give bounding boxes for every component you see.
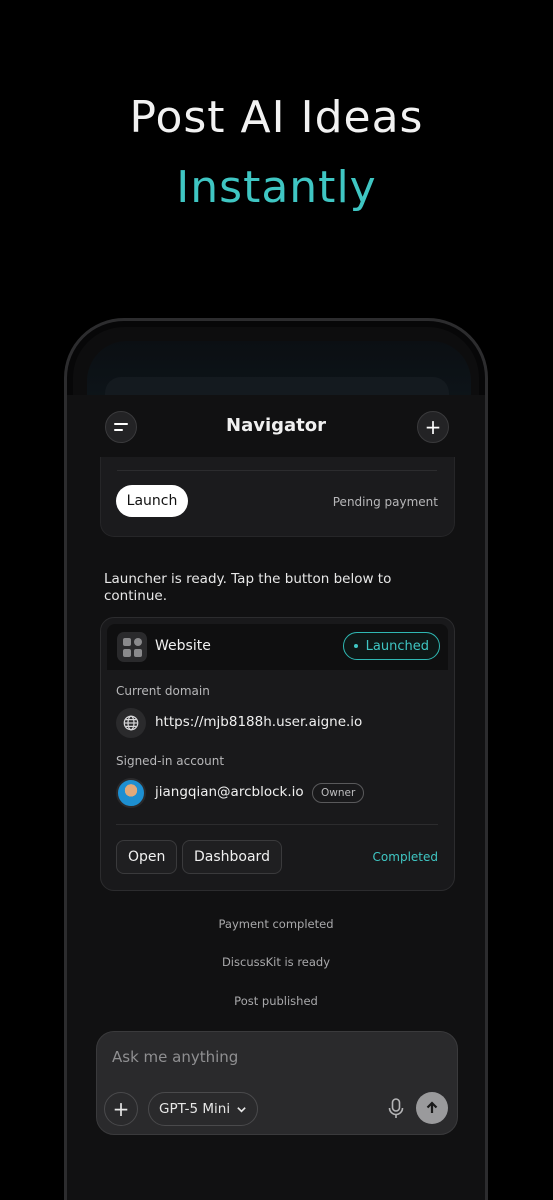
launched-badge: Launched (342, 632, 440, 660)
microphone-icon[interactable] (387, 1097, 405, 1121)
arrow-up-icon (426, 1101, 438, 1113)
domain-label: Current domain (116, 684, 210, 698)
model-selector[interactable]: GPT-5 Mini (148, 1092, 259, 1126)
status-dot-icon (353, 644, 358, 648)
launched-label: Launched (365, 638, 429, 654)
payment-status: Pending payment (332, 495, 438, 509)
launch-button[interactable]: Launch (116, 485, 188, 517)
avatar (116, 778, 146, 808)
chevron-down-icon (237, 1106, 246, 1113)
globe-icon (116, 708, 146, 738)
website-title: Website (155, 638, 211, 654)
hero-subtitle: Instantly (176, 162, 377, 213)
hero-title: Post AI Ideas (129, 92, 424, 143)
nav-header: Navigator + (67, 395, 485, 461)
model-label: GPT-5 Mini (159, 1101, 231, 1117)
assistant-message: Launcher is ready. Tap the button below … (104, 571, 392, 604)
chat-composer: + GPT-5 Mini (96, 1031, 458, 1135)
launch-card: Launch Pending payment (100, 457, 455, 537)
send-button[interactable] (416, 1092, 448, 1124)
phone-frame: Navigator + Launch Pending payment Launc… (64, 318, 488, 1200)
attach-button[interactable]: + (104, 1092, 138, 1126)
plus-icon: + (424, 415, 442, 439)
status-discusskit: DiscussKit is ready (221, 955, 331, 969)
open-button[interactable]: Open (116, 840, 178, 874)
dashboard-button[interactable]: Dashboard (182, 840, 282, 874)
app-screen: Navigator + Launch Pending payment Launc… (67, 395, 485, 1200)
website-card: Website Launched Current domain https://… (100, 617, 455, 891)
new-chat-button[interactable]: + (417, 411, 449, 443)
status-payment: Payment completed (218, 917, 334, 931)
chat-input[interactable] (112, 1048, 432, 1066)
divider (117, 470, 437, 471)
plus-icon: + (112, 1097, 130, 1121)
website-card-header: Website Launched (107, 624, 448, 670)
domain-link[interactable]: https://mjb8188h.user.aigne.io (155, 714, 362, 730)
hero-heading: Post AI Ideas Instantly (0, 88, 553, 218)
completion-status: Completed (372, 850, 438, 864)
app-grid-icon (117, 632, 147, 662)
status-post: Post published (234, 994, 318, 1008)
role-badge: Owner (312, 783, 365, 803)
account-label: Signed-in account (116, 754, 225, 768)
account-email: jiangqian@arcblock.io (155, 784, 304, 800)
divider (116, 824, 438, 825)
